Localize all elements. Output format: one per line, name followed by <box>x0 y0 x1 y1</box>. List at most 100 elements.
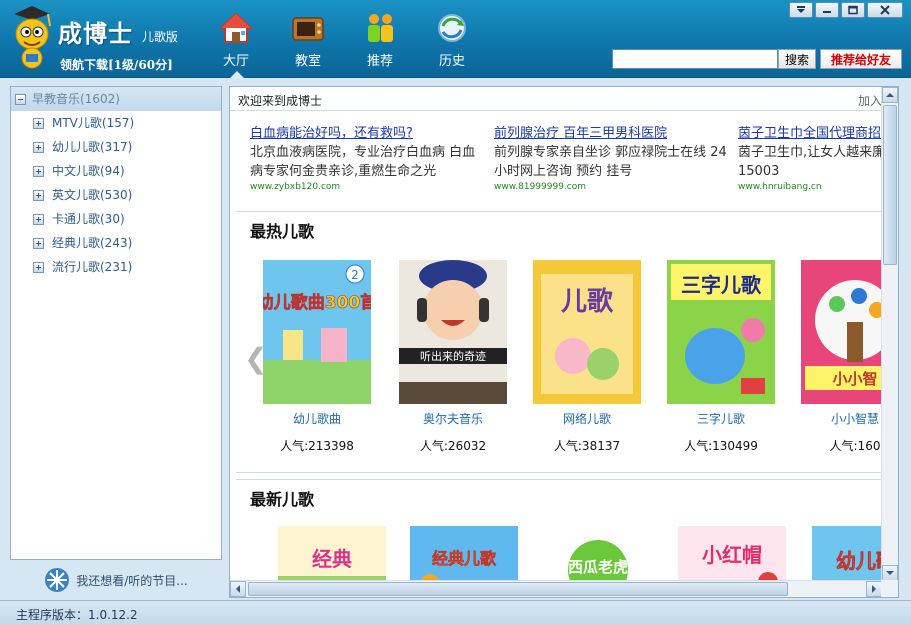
album-cover[interactable]: 儿歌 <box>533 260 641 404</box>
tree-item-english[interactable]: 英文儿歌(530) <box>11 183 221 207</box>
tab-label: 推荐 <box>366 54 393 69</box>
album-cover[interactable]: 三字儿歌 <box>667 260 775 404</box>
tree-item-chinese[interactable]: 中文儿歌(94) <box>11 159 221 183</box>
expand-icon[interactable] <box>33 117 44 129</box>
tree-item-label: 卡通儿歌(30) <box>52 212 125 226</box>
people-icon <box>368 14 393 42</box>
ad-title[interactable]: 白血病能治好吗，还有救吗? <box>250 122 486 141</box>
svg-text:幼儿歌曲300首: 幼儿歌曲300首 <box>263 292 371 313</box>
ad-title[interactable]: 前列腺治疗 百年三甲男科医院 <box>494 122 730 141</box>
tab-hall[interactable]: 大厅 <box>206 12 266 70</box>
welcome-bar: 欢迎来到成博士 加入 <box>230 87 882 111</box>
ad-item[interactable]: 茵子卫生巾全国代理商招 茵子卫生巾,让女人越来廉,现诚招代理商15003 www… <box>738 122 882 192</box>
expand-icon[interactable] <box>33 261 44 273</box>
tree-item-mtv[interactable]: MTV儿歌(157) <box>11 111 221 135</box>
tree-item-pop[interactable]: 流行儿歌(231) <box>11 255 221 279</box>
tree-item-label: 中文儿歌(94) <box>52 164 125 178</box>
svg-text:儿歌: 儿歌 <box>561 287 614 317</box>
tree-item-classic[interactable]: 经典儿歌(243) <box>11 231 221 255</box>
popularity-count: 人气:38137 <box>553 439 621 453</box>
tab-history[interactable]: 历史 <box>422 12 482 70</box>
tree-item-label: 经典儿歌(243) <box>52 236 133 250</box>
scroll-corner <box>881 580 898 597</box>
ad-item[interactable]: 白血病能治好吗，还有救吗? 北京血液病医院，专业治疗白血病 白血病专家何金贵亲诊… <box>250 122 486 192</box>
ad-url[interactable]: www.81999999.com <box>494 182 730 192</box>
expand-icon[interactable] <box>33 237 44 249</box>
section-title: 最新儿歌 <box>250 490 315 509</box>
ad-description: 茵子卫生巾,让女人越来廉,现诚招代理商15003 <box>738 145 882 179</box>
hot-songs-section: 最热儿歌 ❮ 2 幼儿歌曲300首 幼儿歌曲 人气:213398 <box>236 211 898 473</box>
history-icon <box>438 14 466 42</box>
header: 成博士 儿歌版 领航下载[1级/60分] 大厅 教室 推荐 历史 搜索 推荐给好… <box>0 0 911 78</box>
song-title[interactable]: 奥尔夫音乐 <box>398 410 508 427</box>
tree-item-toddler[interactable]: 幼儿儿歌(317) <box>11 135 221 159</box>
ad-strip: 白血病能治好吗，还有救吗? 北京血液病医院，专业治疗白血病 白血病专家何金贵亲诊… <box>230 112 882 204</box>
expand-icon[interactable] <box>33 165 44 177</box>
search-button[interactable]: 搜索 <box>778 49 816 69</box>
song-card[interactable]: 听出来的奇迹 奥尔夫音乐 人气:26032 <box>398 260 508 454</box>
scroll-up-button[interactable] <box>882 87 898 103</box>
vertical-scrollbar[interactable] <box>881 87 898 581</box>
category-tree: 早教音乐(1602) MTV儿歌(157) 幼儿儿歌(317) 中文儿歌(94)… <box>10 86 222 560</box>
active-tab-indicator <box>230 71 244 78</box>
ad-title[interactable]: 茵子卫生巾全国代理商招 <box>738 122 882 141</box>
tab-label: 教室 <box>294 54 321 69</box>
app-title: 成博士 <box>58 20 133 48</box>
tree-root-label: 早教音乐(1602) <box>32 92 120 106</box>
tab-classroom[interactable]: 教室 <box>278 12 338 70</box>
expand-icon[interactable] <box>33 141 44 153</box>
album-cover[interactable]: 2 幼儿歌曲300首 <box>263 260 371 404</box>
maximize-button[interactable] <box>841 2 865 18</box>
tree-item-label: 英文儿歌(530) <box>52 188 133 202</box>
tab-label: 历史 <box>438 54 465 69</box>
chevron-left-icon <box>236 585 240 593</box>
scroll-left-button[interactable] <box>230 581 246 597</box>
song-card[interactable]: 儿歌 网络儿歌 人气:38137 <box>532 260 642 454</box>
request-program-link[interactable]: 我还想看/听的节目... <box>10 563 222 597</box>
song-card[interactable]: 三字儿歌 三字儿歌 人气:130499 <box>666 260 776 454</box>
song-title[interactable]: 幼儿歌曲 <box>262 410 372 427</box>
expand-icon[interactable] <box>33 213 44 225</box>
ad-url[interactable]: www.hnruibang.cn <box>738 182 882 192</box>
recommend-to-friend-button[interactable]: 推荐给好友 <box>820 49 902 69</box>
join-link[interactable]: 加入 <box>858 92 882 109</box>
horizontal-scroll-thumb[interactable] <box>248 582 788 596</box>
svg-text:经典: 经典 <box>312 547 352 571</box>
scroll-right-button[interactable] <box>866 581 882 597</box>
tv-icon <box>292 17 324 41</box>
menu-dropdown-button[interactable] <box>789 2 813 18</box>
popularity-count: 人气:130499 <box>684 439 758 453</box>
ad-url[interactable]: www.zybxb120.com <box>250 182 486 192</box>
tab-recommend[interactable]: 推荐 <box>350 12 410 70</box>
ad-item[interactable]: 前列腺治疗 百年三甲男科医院 前列腺专家亲自坐诊 郭应禄院士在线 24小时网上咨… <box>494 122 730 192</box>
section-title: 最热儿歌 <box>250 222 315 241</box>
svg-text:三字儿歌: 三字儿歌 <box>681 273 762 297</box>
song-title[interactable]: 三字儿歌 <box>666 410 776 427</box>
tab-label: 大厅 <box>222 54 249 69</box>
close-button[interactable] <box>867 2 903 18</box>
tree-root-early-music[interactable]: 早教音乐(1602) <box>11 87 221 111</box>
maximize-icon <box>848 5 858 15</box>
tree-item-cartoon[interactable]: 卡通儿歌(30) <box>11 207 221 231</box>
mascot-logo-icon <box>14 6 51 69</box>
close-icon <box>880 5 890 15</box>
svg-text:小红帽: 小红帽 <box>702 543 762 567</box>
album-cover[interactable]: 听出来的奇迹 <box>399 260 507 404</box>
search-input[interactable] <box>612 49 778 69</box>
vertical-scroll-thumb[interactable] <box>883 105 897 265</box>
version-text: 主程序版本：1.0.12.2 <box>16 608 138 622</box>
ad-description: 前列腺专家亲自坐诊 郭应禄院士在线 24小时网上咨询 预约 挂号 <box>494 145 727 179</box>
song-title[interactable]: 网络儿歌 <box>532 410 642 427</box>
collapse-icon[interactable] <box>15 93 26 105</box>
horizontal-scrollbar[interactable] <box>230 580 882 597</box>
chevron-down-icon <box>797 6 805 13</box>
request-program-label: 我还想看/听的节目... <box>76 573 188 588</box>
user-level-text: 领航下载[1级/60分] <box>60 58 173 72</box>
scroll-down-button[interactable] <box>882 565 898 581</box>
tree-item-label: 幼儿儿歌(317) <box>52 140 133 154</box>
song-card[interactable]: 2 幼儿歌曲300首 幼儿歌曲 人气:213398 <box>262 260 372 454</box>
snowflake-icon <box>45 568 70 592</box>
minimize-button[interactable] <box>815 2 839 18</box>
expand-icon[interactable] <box>33 189 44 201</box>
tree-item-label: MTV儿歌(157) <box>52 116 135 130</box>
